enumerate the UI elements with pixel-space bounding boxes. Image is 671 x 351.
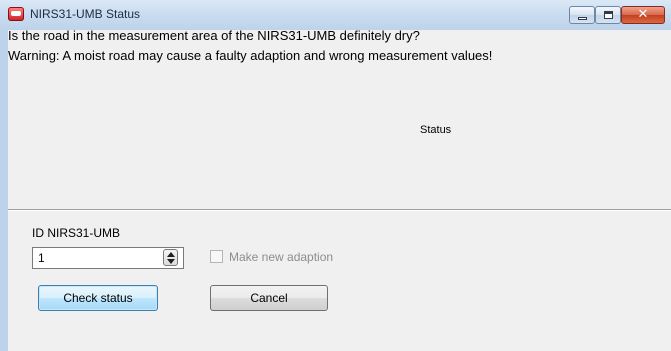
close-button[interactable]: ✕ [621,6,665,24]
moist-road-warning: Warning: A moist road may cause a faulty… [8,48,493,63]
make-new-adaption-checkbox[interactable] [210,250,223,263]
make-new-adaption-label: Make new adaption [229,250,334,264]
status-window: NIRS31-UMB Status ✕ Is the road in the m… [0,0,671,351]
divider [8,209,671,211]
spin-down-icon[interactable] [167,259,175,264]
maximize-icon [604,11,613,19]
status-label: Status [420,124,452,136]
title-bar[interactable]: NIRS31-UMB Status ✕ [0,0,671,30]
id-input[interactable]: 1 [32,247,184,269]
cancel-button[interactable]: Cancel [210,285,328,311]
window-title: NIRS31-UMB Status [30,7,141,21]
close-icon: ✕ [637,7,649,22]
minimize-button[interactable] [569,6,595,24]
spin-up-icon[interactable] [167,252,175,257]
minimize-icon [578,17,587,20]
dry-road-question: Is the road in the measurement area of t… [8,28,420,43]
app-icon[interactable] [8,7,24,21]
id-label: ID NIRS31-UMB [32,226,121,240]
id-spinner[interactable] [163,249,178,266]
check-status-button[interactable]: Check status [38,285,158,311]
maximize-button[interactable] [595,6,621,24]
